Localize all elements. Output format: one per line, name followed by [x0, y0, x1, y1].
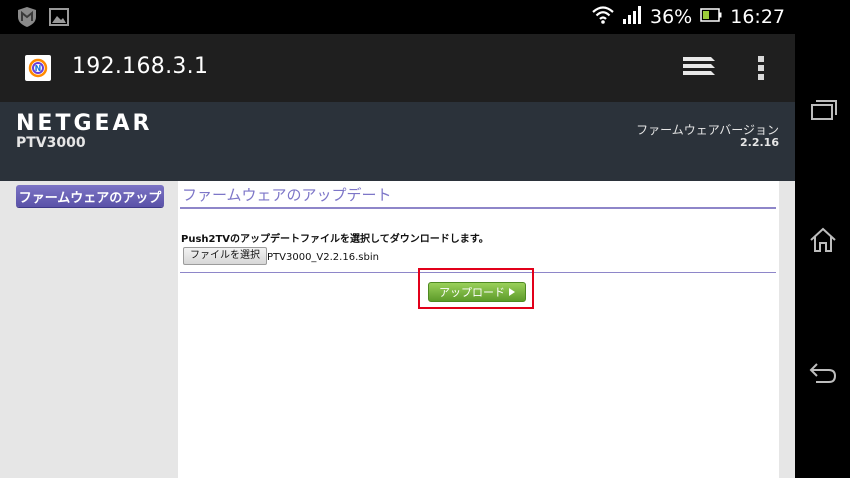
title-divider	[180, 207, 776, 209]
description-text: Push2TVのアップデートファイルを選択してダウンロードします。	[181, 234, 489, 245]
mcafee-icon	[16, 6, 38, 28]
back-icon[interactable]	[808, 360, 838, 386]
svg-text:N: N	[35, 64, 42, 73]
choose-file-button[interactable]: ファイルを選択	[183, 247, 267, 265]
wifi-icon	[592, 5, 614, 30]
status-bar: 36% 16:27	[0, 0, 795, 34]
address-bar[interactable]: 192.168.3.1	[72, 54, 208, 79]
clock: 16:27	[730, 6, 785, 28]
recent-apps-icon[interactable]	[808, 97, 838, 123]
overflow-menu-icon[interactable]	[755, 53, 767, 83]
home-icon[interactable]	[808, 226, 838, 252]
main-panel: ファームウェアのアップデート Push2TVのアップデートファイルを選択してダウ…	[178, 181, 779, 478]
signal-icon	[622, 5, 642, 30]
brand-logo: NETGEAR	[16, 111, 153, 136]
highlight-box	[418, 268, 534, 309]
phone-screen: 36% 16:27 N 192.168.3.1 NETGEAR PTV3000 …	[0, 0, 795, 478]
gallery-icon	[48, 6, 70, 28]
page-title: ファームウェアのアップデート	[182, 186, 392, 204]
firmware-version-value: 2.2.16	[740, 136, 779, 149]
battery-icon	[700, 6, 722, 28]
router-header: NETGEAR PTV3000 ファームウェアバージョン 2.2.16	[0, 102, 795, 181]
site-favicon: N	[25, 55, 51, 81]
system-nav-bar	[795, 0, 850, 478]
selected-file-name: PTV3000_V2.2.16.sbin	[267, 252, 379, 263]
browser-toolbar: N 192.168.3.1	[0, 34, 795, 102]
sidebar-item-firmware-update[interactable]: ファームウェアのアップ	[16, 185, 164, 207]
tabs-icon[interactable]	[682, 55, 716, 81]
model-name: PTV3000	[16, 135, 86, 151]
battery-percent: 36%	[650, 6, 693, 28]
